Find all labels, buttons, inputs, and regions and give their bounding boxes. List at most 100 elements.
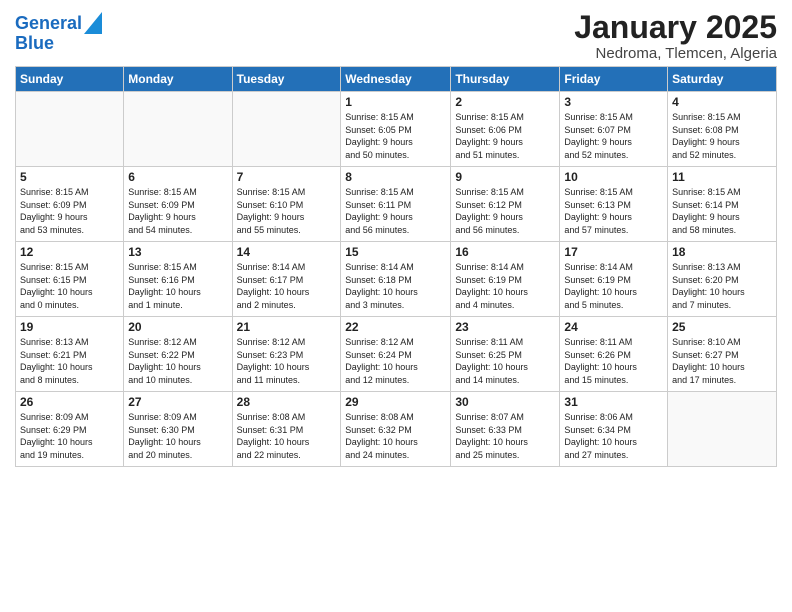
calendar-cell: 5Sunrise: 8:15 AMSunset: 6:09 PMDaylight… (16, 167, 124, 242)
day-info: Sunrise: 8:11 AMSunset: 6:26 PMDaylight:… (564, 336, 663, 386)
day-info: Sunrise: 8:15 AMSunset: 6:09 PMDaylight:… (128, 186, 227, 236)
calendar-cell: 16 Sunrise: 8:14 AMSunset: 6:19 PMDayligh… (451, 242, 560, 317)
day-info: Sunrise: 8:08 AMSunset: 6:32 PMDaylight:… (345, 411, 446, 461)
day-info: Sunrise: 8:07 AMSunset: 6:33 PMDaylight:… (455, 411, 555, 461)
calendar-cell: 27Sunrise: 8:09 AMSunset: 6:30 PMDayligh… (124, 392, 232, 467)
day-number: 23 (455, 320, 555, 334)
day-number: 15 (345, 245, 446, 259)
day-number: 29 (345, 395, 446, 409)
week-row-4: 19 Sunrise: 8:13 AMSunset: 6:21 PMDayligh… (16, 317, 777, 392)
day-info: Sunrise: 8:08 AMSunset: 6:31 PMDaylight:… (237, 411, 337, 461)
calendar-cell: 13 Sunrise: 8:15 AMSunset: 6:16 PMDayligh… (124, 242, 232, 317)
calendar-cell: 30 Sunrise: 8:07 AMSunset: 6:33 PMDayligh… (451, 392, 560, 467)
calendar-cell: 12 Sunrise: 8:15 AMSunset: 6:15 PMDayligh… (16, 242, 124, 317)
calendar-cell: 9Sunrise: 8:15 AMSunset: 6:12 PMDaylight… (451, 167, 560, 242)
calendar-cell (124, 92, 232, 167)
logo-text-blue: Blue (15, 34, 54, 54)
day-number: 3 (564, 95, 663, 109)
day-number: 26 (20, 395, 119, 409)
calendar-cell (16, 92, 124, 167)
day-info: Sunrise: 8:12 AMSunset: 6:24 PMDaylight:… (345, 336, 446, 386)
calendar-cell (668, 392, 777, 467)
day-info: Sunrise: 8:12 AMSunset: 6:23 PMDaylight:… (237, 336, 337, 386)
day-number: 14 (237, 245, 337, 259)
day-number: 20 (128, 320, 227, 334)
page-container: General Blue January 2025 Nedroma, Tlemc… (0, 0, 792, 477)
calendar-cell: 21 Sunrise: 8:12 AMSunset: 6:23 PMDayligh… (232, 317, 341, 392)
day-number: 19 (20, 320, 119, 334)
day-info: Sunrise: 8:15 AMSunset: 6:15 PMDaylight:… (20, 261, 119, 311)
month-title: January 2025 (574, 10, 777, 45)
day-info: Sunrise: 8:09 AMSunset: 6:29 PMDaylight:… (20, 411, 119, 461)
day-number: 2 (455, 95, 555, 109)
day-number: 24 (564, 320, 663, 334)
calendar-cell: 2 Sunrise: 8:15 AMSunset: 6:06 PMDaylight… (451, 92, 560, 167)
day-info: Sunrise: 8:15 AMSunset: 6:07 PMDaylight:… (564, 111, 663, 161)
calendar-cell: 14 Sunrise: 8:14 AMSunset: 6:17 PMDayligh… (232, 242, 341, 317)
calendar-cell: 3 Sunrise: 8:15 AMSunset: 6:07 PMDaylight… (560, 92, 668, 167)
calendar-cell: 1 Sunrise: 8:15 AMSunset: 6:05 PMDaylight… (341, 92, 451, 167)
calendar-table: SundayMondayTuesdayWednesdayThursdayFrid… (15, 66, 777, 467)
day-info: Sunrise: 8:15 AMSunset: 6:10 PMDaylight:… (237, 186, 337, 236)
header: General Blue January 2025 Nedroma, Tlemc… (15, 10, 777, 62)
calendar-cell: 28 Sunrise: 8:08 AMSunset: 6:31 PMDayligh… (232, 392, 341, 467)
calendar-cell: 24 Sunrise: 8:11 AMSunset: 6:26 PMDayligh… (560, 317, 668, 392)
day-number: 17 (564, 245, 663, 259)
day-number: 12 (20, 245, 119, 259)
day-number: 7 (237, 170, 337, 184)
day-info: Sunrise: 8:14 AMSunset: 6:17 PMDaylight:… (237, 261, 337, 311)
calendar-cell: 18Sunrise: 8:13 AMSunset: 6:20 PMDayligh… (668, 242, 777, 317)
day-number: 16 (455, 245, 555, 259)
day-info: Sunrise: 8:15 AMSunset: 6:05 PMDaylight:… (345, 111, 446, 161)
day-info: Sunrise: 8:15 AMSunset: 6:13 PMDaylight:… (564, 186, 663, 236)
weekday-header-sunday: Sunday (16, 67, 124, 92)
week-row-3: 12 Sunrise: 8:15 AMSunset: 6:15 PMDayligh… (16, 242, 777, 317)
weekday-header-tuesday: Tuesday (232, 67, 341, 92)
day-info: Sunrise: 8:15 AMSunset: 6:06 PMDaylight:… (455, 111, 555, 161)
weekday-header-wednesday: Wednesday (341, 67, 451, 92)
calendar-cell: 22Sunrise: 8:12 AMSunset: 6:24 PMDayligh… (341, 317, 451, 392)
calendar-cell: 29 Sunrise: 8:08 AMSunset: 6:32 PMDayligh… (341, 392, 451, 467)
day-number: 5 (20, 170, 119, 184)
day-number: 1 (345, 95, 446, 109)
calendar-cell: 7 Sunrise: 8:15 AMSunset: 6:10 PMDaylight… (232, 167, 341, 242)
calendar-cell: 8Sunrise: 8:15 AMSunset: 6:11 PMDaylight… (341, 167, 451, 242)
location-title: Nedroma, Tlemcen, Algeria (574, 45, 777, 62)
calendar-cell: 11 Sunrise: 8:15 AMSunset: 6:14 PMDayligh… (668, 167, 777, 242)
day-number: 21 (237, 320, 337, 334)
day-number: 31 (564, 395, 663, 409)
day-info: Sunrise: 8:14 AMSunset: 6:19 PMDaylight:… (455, 261, 555, 311)
weekday-header-thursday: Thursday (451, 67, 560, 92)
day-number: 13 (128, 245, 227, 259)
day-number: 18 (672, 245, 772, 259)
calendar-cell (232, 92, 341, 167)
day-info: Sunrise: 8:14 AMSunset: 6:19 PMDaylight:… (564, 261, 663, 311)
calendar-cell: 15Sunrise: 8:14 AMSunset: 6:18 PMDayligh… (341, 242, 451, 317)
day-info: Sunrise: 8:13 AMSunset: 6:21 PMDaylight:… (20, 336, 119, 386)
day-info: Sunrise: 8:10 AMSunset: 6:27 PMDaylight:… (672, 336, 772, 386)
weekday-header-monday: Monday (124, 67, 232, 92)
day-info: Sunrise: 8:15 AMSunset: 6:14 PMDaylight:… (672, 186, 772, 236)
weekday-header-row: SundayMondayTuesdayWednesdayThursdayFrid… (16, 67, 777, 92)
day-number: 30 (455, 395, 555, 409)
weekday-header-friday: Friday (560, 67, 668, 92)
calendar-cell: 31Sunrise: 8:06 AMSunset: 6:34 PMDayligh… (560, 392, 668, 467)
day-info: Sunrise: 8:11 AMSunset: 6:25 PMDaylight:… (455, 336, 555, 386)
day-number: 9 (455, 170, 555, 184)
logo: General Blue (15, 14, 102, 54)
day-info: Sunrise: 8:09 AMSunset: 6:30 PMDaylight:… (128, 411, 227, 461)
day-number: 11 (672, 170, 772, 184)
day-number: 28 (237, 395, 337, 409)
calendar-cell: 10 Sunrise: 8:15 AMSunset: 6:13 PMDayligh… (560, 167, 668, 242)
calendar-cell: 26 Sunrise: 8:09 AMSunset: 6:29 PMDayligh… (16, 392, 124, 467)
calendar-cell: 6Sunrise: 8:15 AMSunset: 6:09 PMDaylight… (124, 167, 232, 242)
calendar-cell: 4Sunrise: 8:15 AMSunset: 6:08 PMDaylight… (668, 92, 777, 167)
day-info: Sunrise: 8:15 AMSunset: 6:11 PMDaylight:… (345, 186, 446, 236)
day-info: Sunrise: 8:15 AMSunset: 6:08 PMDaylight:… (672, 111, 772, 161)
day-number: 10 (564, 170, 663, 184)
day-info: Sunrise: 8:12 AMSunset: 6:22 PMDaylight:… (128, 336, 227, 386)
calendar-cell: 19 Sunrise: 8:13 AMSunset: 6:21 PMDayligh… (16, 317, 124, 392)
week-row-5: 26 Sunrise: 8:09 AMSunset: 6:29 PMDayligh… (16, 392, 777, 467)
calendar-cell: 25Sunrise: 8:10 AMSunset: 6:27 PMDayligh… (668, 317, 777, 392)
day-info: Sunrise: 8:15 AMSunset: 6:16 PMDaylight:… (128, 261, 227, 311)
